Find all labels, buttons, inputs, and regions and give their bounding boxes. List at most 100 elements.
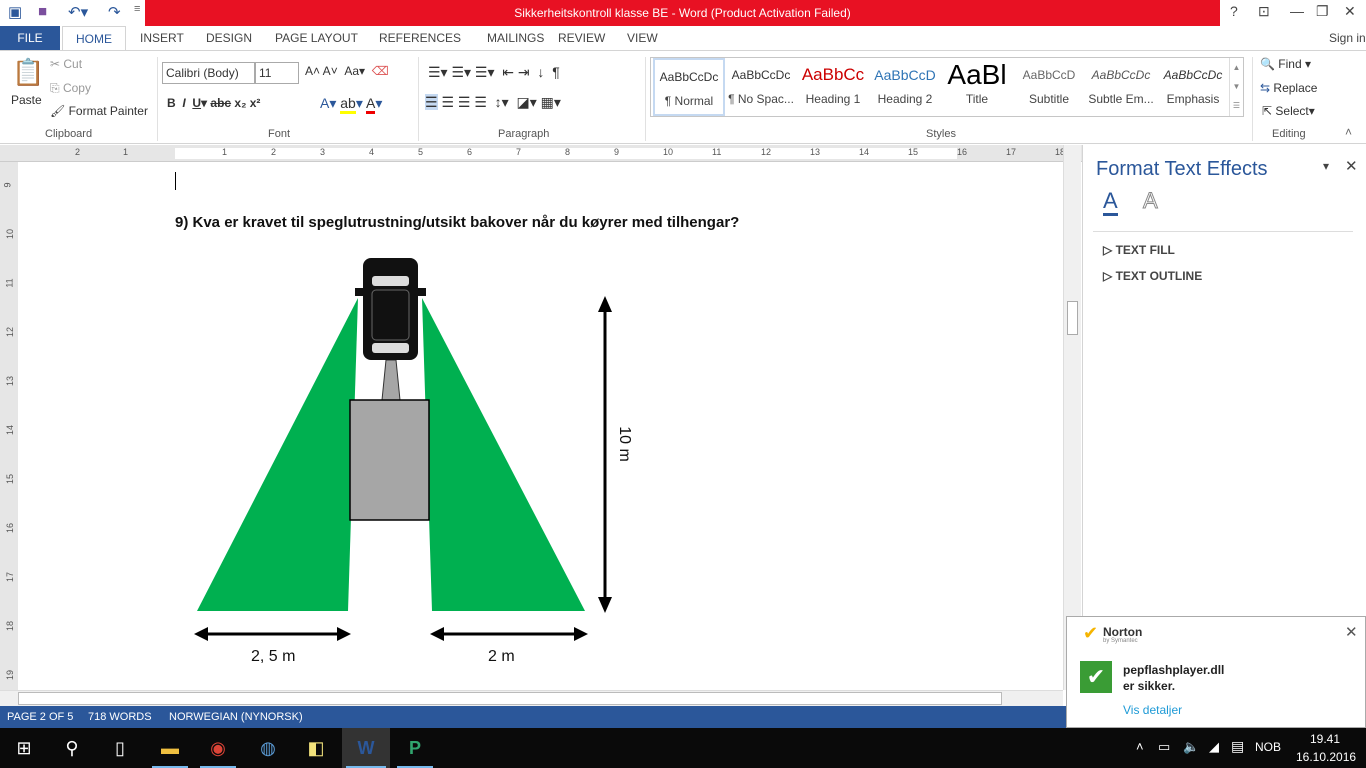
redo-icon[interactable]: ↷ bbox=[108, 3, 121, 21]
sign-in-link[interactable]: Sign in bbox=[1329, 26, 1366, 50]
ribbon-tabs: FILE HOME INSERT DESIGN PAGE LAYOUT REFE… bbox=[0, 26, 1366, 51]
style-heading-1[interactable]: AaBbCc Heading 1 bbox=[797, 58, 869, 116]
volume-icon[interactable]: 🔈 bbox=[1183, 739, 1199, 755]
ribbon: 📋 Paste ✂ Cut ⎘ Copy 🖌 Format Painter Cl… bbox=[0, 50, 1366, 144]
pane-close-icon[interactable]: ✕ bbox=[1345, 157, 1358, 175]
sticky-notes-icon[interactable]: ◧ bbox=[294, 728, 338, 768]
paste-button[interactable]: Paste bbox=[11, 93, 42, 107]
wifi-icon[interactable]: ◢ bbox=[1209, 739, 1219, 755]
align-icons[interactable]: ☰ ☰ ☰ ☰ ↕▾ ◪▾ ▦▾ bbox=[425, 94, 561, 111]
ruler-tick-label: 18 bbox=[5, 620, 16, 632]
style-subtle-emphasis[interactable]: AaBbCcDc Subtle Em... bbox=[1085, 58, 1157, 116]
hscroll-thumb[interactable] bbox=[18, 692, 1002, 705]
text-fill-outline-tab[interactable]: A bbox=[1103, 189, 1118, 216]
style-heading-2[interactable]: AaBbCcD Heading 2 bbox=[869, 58, 941, 116]
ruler-tick-label: 1 bbox=[222, 147, 228, 157]
group-editing: Editing bbox=[1272, 128, 1306, 140]
style-normal[interactable]: AaBbCcDc ¶ Normal bbox=[653, 58, 725, 116]
horizontal-ruler[interactable]: 2 1 1 2 3 4 5 6 7 8 9 10 11 12 13 14 15 16 17 18 bbox=[0, 145, 1082, 162]
vertical-scrollbar[interactable] bbox=[1063, 145, 1081, 690]
input-language[interactable]: NOB bbox=[1255, 740, 1281, 754]
copy-button[interactable]: ⎘ Copy bbox=[50, 81, 91, 96]
clock-time[interactable]: 19.41 bbox=[1310, 732, 1340, 746]
format-painter-button[interactable]: 🖌 Format Painter bbox=[50, 104, 148, 118]
thunderbird-icon[interactable]: ◍ bbox=[246, 728, 290, 768]
ruler-tick-label: 15 bbox=[908, 147, 919, 157]
battery-icon[interactable]: ▭ bbox=[1158, 739, 1170, 755]
publisher-icon[interactable]: P bbox=[393, 728, 437, 768]
collapse-ribbon-icon[interactable]: ˄ bbox=[1345, 125, 1352, 139]
tab-insert[interactable]: INSERT bbox=[140, 26, 184, 50]
tab-references[interactable]: REFERENCES bbox=[379, 26, 461, 50]
ruler-tick-label: 12 bbox=[761, 147, 772, 157]
ruler-tick-label: 16 bbox=[957, 147, 968, 157]
text-effects-tab[interactable]: A bbox=[1143, 188, 1159, 213]
language[interactable]: NORWEGIAN (NYNORSK) bbox=[169, 706, 303, 728]
chrome-icon[interactable]: ◉ bbox=[196, 728, 240, 768]
text-effects-icon[interactable]: A▾ ab▾ A▾ bbox=[320, 95, 382, 114]
grow-font-icon[interactable]: A˄ A˅ Aa▾ ⌫ bbox=[305, 64, 389, 78]
details-link[interactable]: Vis detaljer bbox=[1123, 703, 1182, 717]
style-no-spacing[interactable]: AaBbCcDc ¶ No Spac... bbox=[725, 58, 797, 116]
help-button[interactable]: ? bbox=[1230, 3, 1238, 19]
word-count[interactable]: 718 WORDS bbox=[88, 706, 152, 728]
clock-date[interactable]: 16.10.2016 bbox=[1296, 750, 1356, 764]
mirror-view-diagram bbox=[194, 258, 612, 641]
minimize-button[interactable]: — bbox=[1290, 3, 1304, 19]
document-page[interactable]: 9) Kva er kravet til speglutrustning/uts… bbox=[18, 162, 1063, 690]
style-emphasis[interactable]: AaBbCcDc Emphasis bbox=[1157, 58, 1229, 116]
restore-button[interactable]: ❐ bbox=[1316, 3, 1329, 20]
replace-button[interactable]: ⇆ Replace bbox=[1260, 81, 1317, 95]
horizontal-scrollbar[interactable] bbox=[0, 690, 1063, 706]
format-buttons[interactable]: B I U▾ abc x₂ x² bbox=[167, 96, 260, 110]
undo-icon[interactable]: ↶▾ bbox=[68, 3, 88, 21]
find-button[interactable]: 🔍 Find ▾ bbox=[1260, 57, 1311, 71]
scroll-thumb[interactable] bbox=[1067, 301, 1078, 335]
save-icon[interactable]: ■ bbox=[38, 3, 47, 20]
word-taskbar-icon[interactable]: W bbox=[342, 728, 390, 768]
search-icon[interactable]: ⚲ bbox=[50, 728, 94, 768]
font-name-select[interactable]: Calibri (Body) bbox=[162, 62, 255, 84]
select-button[interactable]: ⇱ Select▾ bbox=[1262, 104, 1315, 118]
notification-close-icon[interactable]: ✕ bbox=[1345, 623, 1358, 641]
style-name: Subtle Em... bbox=[1088, 92, 1154, 106]
tab-home[interactable]: HOME bbox=[62, 26, 126, 51]
tab-view[interactable]: VIEW bbox=[627, 26, 658, 50]
trailer bbox=[349, 399, 430, 521]
style-title[interactable]: AaBl Title bbox=[941, 58, 1013, 116]
group-styles: Styles bbox=[926, 128, 956, 140]
ribbon-display-icon[interactable]: ⊡ bbox=[1258, 3, 1270, 20]
left-mirror bbox=[355, 288, 365, 296]
styles-gallery: AaBbCcDc ¶ Normal AaBbCcDc ¶ No Spac... Aa… bbox=[650, 57, 1244, 117]
cut-button[interactable]: ✂ Cut bbox=[50, 57, 82, 71]
notification-status: er sikker. bbox=[1123, 679, 1176, 693]
paste-icon[interactable]: 📋 bbox=[12, 57, 44, 88]
page-count[interactable]: PAGE 2 OF 5 bbox=[7, 706, 73, 728]
pane-options-icon[interactable]: ▾ bbox=[1323, 159, 1329, 173]
styles-scroll[interactable]: ▲ ▼ ☰ bbox=[1229, 58, 1243, 116]
group-clipboard: Clipboard bbox=[45, 128, 93, 140]
text-outline-section[interactable]: ▷ TEXT OUTLINE bbox=[1103, 269, 1202, 283]
file-explorer-icon[interactable]: ▬ bbox=[148, 728, 192, 768]
tray-expand-icon[interactable]: ˄ bbox=[1136, 739, 1144, 754]
start-button[interactable]: ⊞ bbox=[2, 728, 46, 768]
car-roof bbox=[371, 289, 410, 341]
right-width-label: 2 m bbox=[488, 648, 515, 665]
text-fill-section[interactable]: ▷ TEXT FILL bbox=[1103, 243, 1175, 257]
vertical-ruler[interactable]: 9 10 11 12 13 14 15 16 17 18 19 bbox=[0, 162, 18, 690]
close-button[interactable]: ✕ bbox=[1344, 3, 1356, 20]
font-size-select[interactable]: 11 bbox=[255, 62, 299, 84]
task-view-icon[interactable]: ▯ bbox=[98, 728, 142, 768]
tab-page-layout[interactable]: PAGE LAYOUT bbox=[275, 26, 358, 50]
group-font: Font bbox=[268, 128, 291, 140]
tab-review[interactable]: REVIEW bbox=[558, 26, 605, 50]
ruler-tick-label: 13 bbox=[5, 375, 16, 387]
tab-file[interactable]: FILE bbox=[0, 26, 60, 50]
notifications-icon[interactable]: ▤ bbox=[1231, 738, 1244, 755]
tab-mailings[interactable]: MAILINGS bbox=[487, 26, 544, 50]
tab-design[interactable]: DESIGN bbox=[206, 26, 252, 50]
list-icons[interactable]: ☰▾ ☰▾ ☰▾ ⇤ ⇥ ↓ ¶ bbox=[428, 64, 560, 81]
style-subtitle[interactable]: AaBbCcD Subtitle bbox=[1013, 58, 1085, 116]
customize-icon[interactable]: ≡ bbox=[134, 3, 140, 15]
ruler-tick-label: 4 bbox=[369, 147, 375, 157]
